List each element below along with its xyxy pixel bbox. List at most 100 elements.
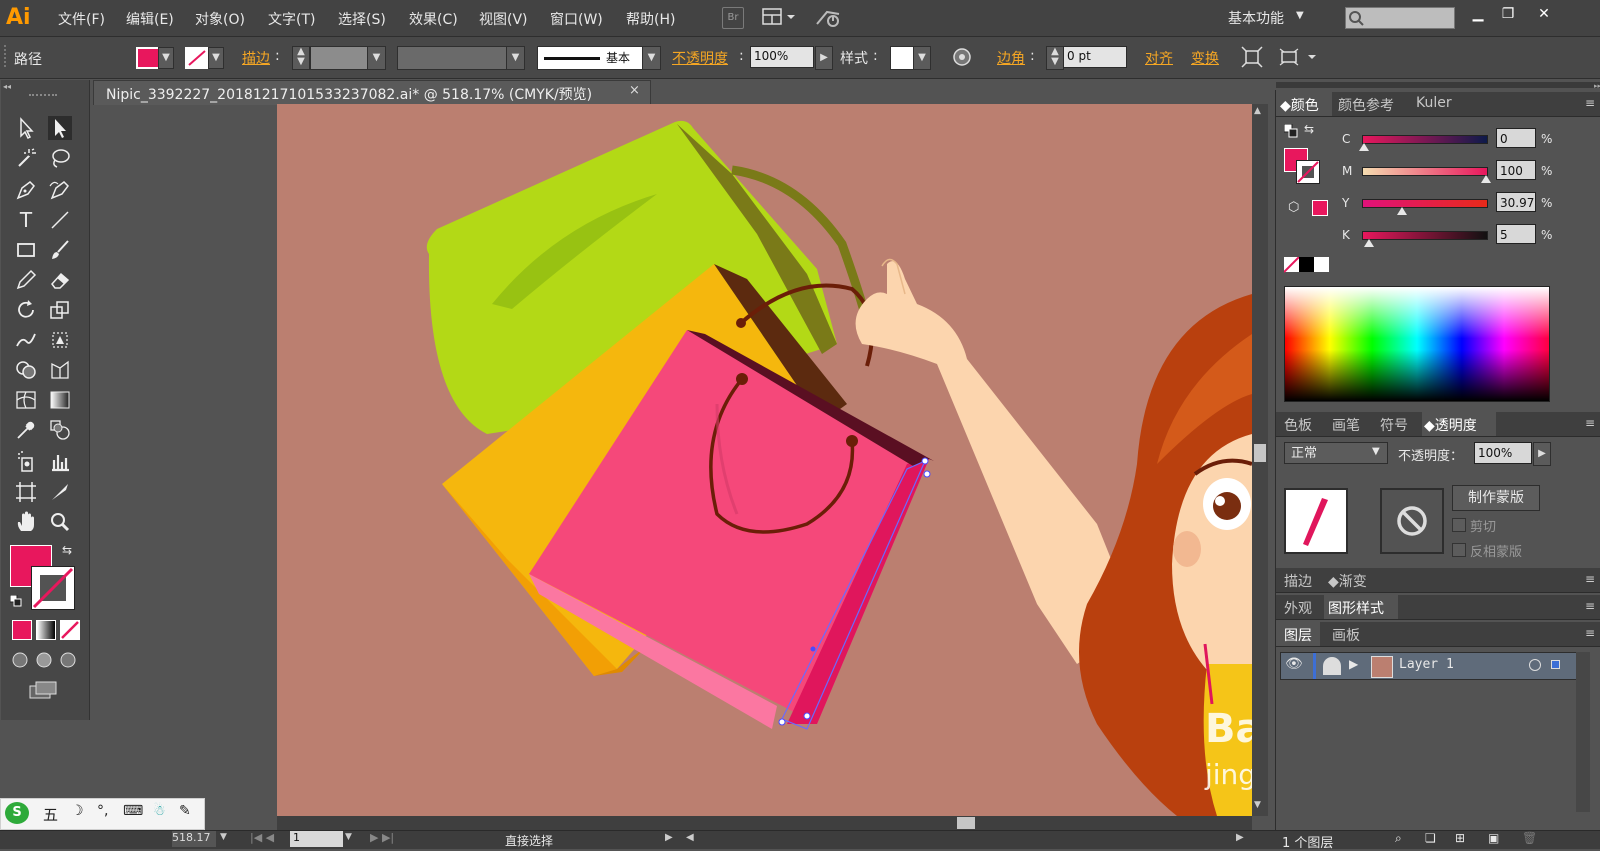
gpu-performance-icon[interactable] (815, 6, 841, 28)
channel-c-input[interactable]: 0 (1496, 128, 1536, 148)
skin-icon[interactable]: ☃ (153, 803, 166, 819)
locate-object-icon[interactable]: ⌕ (1395, 831, 1402, 846)
moon-icon[interactable]: ☽ (71, 803, 84, 819)
panel-menu-icon[interactable]: ≡ (1585, 626, 1595, 640)
tab-brushes[interactable]: 画笔 (1332, 415, 1360, 435)
brush-dropdown[interactable]: ▼ (642, 46, 661, 70)
layer-row[interactable]: 👁 ▶ Layer 1 (1280, 652, 1582, 680)
fill-swatch[interactable] (136, 47, 160, 69)
zoom-tool-icon[interactable] (48, 510, 72, 534)
blend-tool-icon[interactable] (48, 418, 72, 442)
opacity-arrow[interactable]: ▶ (815, 46, 833, 70)
channel-m-input[interactable]: 100 (1496, 160, 1536, 180)
lock-toggle[interactable] (1323, 657, 1341, 675)
opacity-input[interactable]: 100% (750, 46, 814, 68)
workspace-switcher[interactable]: 基本功能 (1228, 8, 1284, 28)
object-thumbnail[interactable] (1284, 488, 1348, 554)
tab-appearance[interactable]: 外观 (1284, 598, 1312, 618)
out-of-gamut-icon[interactable]: ⬡ (1288, 200, 1299, 215)
toolbox-collapse[interactable]: ◂◂ (3, 82, 87, 91)
mesh-tool-icon[interactable] (14, 388, 38, 412)
slice-tool-icon[interactable] (48, 480, 72, 504)
tab-color-guide[interactable]: 颜色参考 (1338, 95, 1394, 115)
toolbox-stroke-swatch[interactable] (31, 566, 75, 610)
shape-builder-tool-icon[interactable] (14, 358, 38, 382)
isolate-selected-icon[interactable] (1241, 46, 1263, 68)
stroke-weight-stepper[interactable]: ▲ ▼ (292, 46, 310, 70)
mask-thumbnail[interactable] (1380, 488, 1444, 554)
tab-layers[interactable]: 图层 (1284, 625, 1312, 645)
corner-label[interactable]: 边角 (997, 48, 1025, 68)
color-spectrum[interactable] (1284, 286, 1550, 402)
default-colors-icon[interactable] (1283, 123, 1298, 138)
make-mask-button[interactable]: 制作蒙版 (1452, 485, 1540, 511)
horizontal-scroll-thumb[interactable] (957, 817, 975, 829)
opacity-arrow[interactable]: ▶ (1533, 442, 1551, 466)
channel-y-input[interactable]: 30.97 (1496, 192, 1536, 212)
variable-width-profile[interactable] (397, 46, 507, 70)
menu-file[interactable]: 文件(F) (58, 9, 105, 29)
artboard-dropdown[interactable]: ▼ (345, 832, 352, 842)
artboard-number-field[interactable]: 1 (290, 831, 343, 847)
ime-logo[interactable]: S (5, 802, 29, 824)
zoom-field[interactable]: 518.17 (172, 831, 216, 847)
eraser-tool-icon[interactable] (48, 268, 72, 292)
channel-y-slider[interactable] (1362, 199, 1488, 208)
channel-c-thumb[interactable] (1359, 143, 1369, 151)
none-mode-button[interactable] (60, 620, 80, 640)
zoom-dropdown[interactable]: ▼ (220, 832, 227, 842)
channel-k-slider[interactable] (1362, 231, 1488, 240)
close-button[interactable]: ✕ (1523, 3, 1565, 25)
scale-tool-icon[interactable] (48, 298, 72, 322)
menu-type[interactable]: 文字(T) (268, 9, 315, 29)
warp-tool-icon[interactable] (14, 328, 38, 352)
stroke-label[interactable]: 描边 (242, 48, 270, 68)
channel-c-slider[interactable] (1362, 135, 1488, 144)
selection-tool-icon[interactable] (14, 116, 38, 140)
tab-artboards[interactable]: 画板 (1332, 625, 1360, 645)
new-sublayer-icon[interactable]: ⊞ (1455, 831, 1465, 845)
recolor-artwork-icon[interactable] (952, 47, 972, 67)
lasso-tool-icon[interactable] (48, 146, 72, 170)
color-mode-button[interactable] (12, 620, 32, 640)
selection-indicator[interactable] (1551, 660, 1560, 669)
scroll-down-arrow[interactable]: ▼ (1254, 800, 1261, 810)
search-input[interactable] (1345, 7, 1455, 29)
chevron-down-icon[interactable]: ▼ (1372, 446, 1380, 457)
menu-effect[interactable]: 效果(C) (409, 9, 458, 29)
graphic-style-swatch[interactable] (890, 46, 914, 70)
column-graph-tool-icon[interactable] (48, 450, 72, 474)
delete-layer-icon[interactable]: 🗑 (1522, 831, 1537, 845)
symbol-sprayer-tool-icon[interactable] (14, 450, 38, 474)
corner-stepper[interactable]: ▲ ▼ (1046, 46, 1064, 70)
transform-options-icon[interactable] (1279, 46, 1319, 68)
punctuation-icon[interactable]: °, (97, 803, 108, 819)
bridge-button[interactable]: Br (722, 7, 744, 29)
corner-input[interactable]: 0 pt (1063, 46, 1127, 68)
panel-menu-icon[interactable]: ≡ (1585, 416, 1595, 430)
menu-view[interactable]: 视图(V) (479, 9, 528, 29)
first-artboard-button[interactable]: |◀ ◀ (250, 831, 274, 844)
swap-fill-stroke-icon[interactable]: ⇆ (62, 543, 72, 557)
gamut-swatch[interactable] (1312, 200, 1328, 216)
chevron-down-icon[interactable]: ▼ (1296, 10, 1304, 21)
line-segment-tool-icon[interactable] (48, 208, 72, 232)
artboard-tool-icon[interactable] (14, 480, 38, 504)
restore-button[interactable]: ❐ (1493, 3, 1523, 25)
hand-tool-icon[interactable] (14, 510, 38, 534)
color-panel-stroke[interactable] (1296, 160, 1320, 184)
close-icon[interactable]: × (629, 83, 640, 98)
align-link[interactable]: 对齐 (1145, 48, 1173, 68)
status-menu-arrow[interactable]: ▶ (665, 832, 673, 843)
pen-tool-icon[interactable] (14, 178, 38, 202)
next-artboard-button[interactable]: ▶ ▶| (370, 831, 394, 844)
panel-menu-icon[interactable]: ≡ (1585, 96, 1595, 110)
layers-scrollbar[interactable] (1576, 652, 1590, 812)
menu-object[interactable]: 对象(O) (195, 9, 245, 29)
minimize-button[interactable]: ▁ (1463, 3, 1493, 25)
magic-wand-tool-icon[interactable] (14, 146, 38, 170)
rectangle-tool-icon[interactable] (14, 238, 38, 262)
channel-y-thumb[interactable] (1397, 207, 1407, 215)
tab-symbols[interactable]: 符号 (1380, 415, 1408, 435)
gradient-mode-button[interactable] (36, 620, 56, 640)
